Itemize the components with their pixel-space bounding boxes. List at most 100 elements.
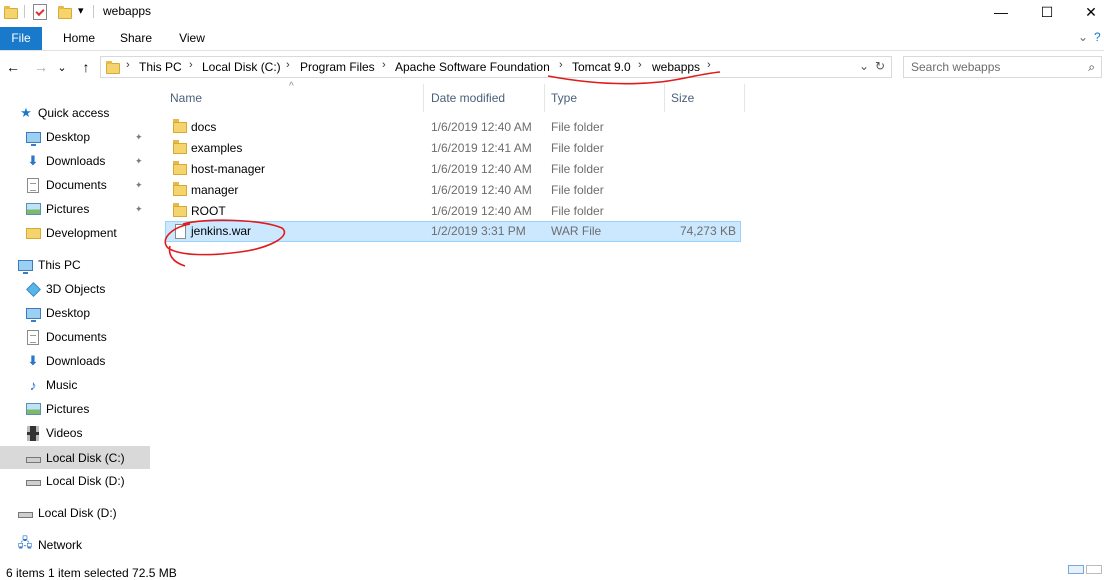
breadcrumb-webapps[interactable]: webapps [652,60,700,74]
title-bar: ▾ webapps — ☐ ✕ [0,0,1104,24]
pin-icon[interactable]: ✦ [135,204,143,215]
breadcrumb-separator[interactable]: › [638,59,642,71]
address-bar[interactable]: › This PC › Local Disk (C:) › Program Fi… [100,56,892,78]
sidebar-item-videos[interactable]: Videos [0,422,150,444]
large-icons-view-button[interactable] [1086,565,1102,574]
file-row-jenkins-war[interactable]: jenkins.war 1/2/2019 3:31 PM WAR File 74… [165,221,741,242]
sidebar-item-desktop[interactable]: Desktop [0,302,150,324]
sidebar-item-development[interactable]: Development [0,222,150,244]
sidebar-item-local-disk-d[interactable]: Local Disk (D:) [0,470,150,492]
breadcrumb-separator[interactable]: › [126,59,130,71]
tab-view[interactable]: View [172,27,212,50]
sidebar-item-network[interactable]: 🖧 Network [0,534,150,556]
column-label: Type [551,91,578,105]
drive-icon [25,473,41,489]
pin-icon[interactable]: ✦ [135,156,143,167]
sidebar-item-label: This PC [38,258,81,272]
sidebar-item-pictures-pinned[interactable]: Pictures ✦ [0,198,150,220]
breadcrumb-separator[interactable]: › [707,59,711,71]
search-icon[interactable]: ⌕ [1088,60,1095,75]
breadcrumb-local-disk-c[interactable]: Local Disk (C:) [202,60,281,74]
breadcrumb-separator[interactable]: › [286,59,290,71]
column-header-name[interactable]: Name [165,84,423,112]
up-button[interactable]: ↑ [76,58,96,76]
sidebar-item-downloads[interactable]: ⬇ Downloads [0,350,150,372]
breadcrumb-tomcat[interactable]: Tomcat 9.0 [572,60,631,74]
file-row-docs[interactable]: docs 1/6/2019 12:40 AM File folder [165,117,741,137]
file-row-host-manager[interactable]: host-manager 1/6/2019 12:40 AM File fold… [165,159,741,179]
column-header-date-modified[interactable]: Date modified [424,84,544,112]
new-folder-icon[interactable] [58,6,72,19]
folder-icon [173,119,187,133]
tab-file[interactable]: File [0,27,42,50]
status-bar-text: 6 items 1 item selected 72.5 MB [6,566,177,580]
details-view-button[interactable] [1068,565,1084,574]
breadcrumb-program-files[interactable]: Program Files [300,60,375,74]
tab-home[interactable]: Home [58,27,100,50]
sidebar-item-label: 3D Objects [46,282,106,296]
column-divider[interactable] [744,84,745,112]
pin-icon[interactable]: ✦ [135,132,143,143]
help-icon[interactable]: ? [1094,30,1101,44]
sidebar-item-label: Downloads [46,354,106,368]
forward-arrow-icon: → [34,59,48,75]
breadcrumb-apache-software-foundation[interactable]: Apache Software Foundation [395,60,550,74]
pin-icon[interactable]: ✦ [135,180,143,191]
file-name: jenkins.war [191,224,252,238]
sidebar-item-desktop-pinned[interactable]: Desktop ✦ [0,126,150,148]
sidebar-item-label: Local Disk (D:) [38,506,117,520]
documents-icon [25,177,41,193]
file-icon [175,224,186,239]
search-input[interactable]: Search webapps [911,60,1000,74]
sidebar-item-label: Local Disk (C:) [46,450,125,465]
sidebar-item-documents[interactable]: Documents [0,326,150,348]
file-row-examples[interactable]: examples 1/6/2019 12:41 AM File folder [165,138,741,158]
sidebar-item-3d-objects[interactable]: 3D Objects [0,278,150,300]
file-date: 1/6/2019 12:40 AM [431,183,532,197]
sidebar-item-label: Documents [46,178,107,192]
recent-locations-button[interactable]: ⌄ [52,58,72,76]
sidebar-item-music[interactable]: ♪ Music [0,374,150,396]
sidebar-item-documents-pinned[interactable]: Documents ✦ [0,174,150,196]
close-button[interactable]: ✕ [1068,0,1104,24]
column-header-type[interactable]: Type [545,84,664,112]
folder-icon [173,161,187,175]
sidebar-item-local-disk-d-root[interactable]: Local Disk (D:) [0,502,150,524]
breadcrumb-separator[interactable]: › [189,59,193,71]
videos-icon [25,425,41,441]
sidebar-item-label: Pictures [46,402,90,416]
minimize-button[interactable]: — [978,0,1024,24]
address-dropdown-icon[interactable]: ⌄ [859,59,869,73]
downloads-icon: ⬇ [27,353,39,368]
search-box[interactable]: Search webapps ⌕ [903,56,1102,78]
file-type: File folder [551,204,604,218]
customize-toolbar-dropdown[interactable]: ▾ [78,4,84,17]
file-row-manager[interactable]: manager 1/6/2019 12:40 AM File folder [165,180,741,200]
expand-ribbon-icon[interactable]: ⌄ [1078,30,1088,44]
refresh-icon[interactable]: ↻ [875,59,885,73]
tab-share[interactable]: Share [115,27,157,50]
breadcrumb-separator[interactable]: › [559,59,563,71]
folder-icon [173,182,187,196]
sidebar-item-label: Network [38,538,83,552]
column-header-size[interactable]: Size [665,84,745,112]
folder-icon [173,140,187,154]
sidebar-item-quick-access[interactable]: ★ Quick access [0,102,150,124]
sidebar-item-this-pc[interactable]: This PC [0,254,150,276]
sidebar-item-downloads-pinned[interactable]: ⬇ Downloads ✦ [0,150,150,172]
downloads-icon: ⬇ [27,153,39,168]
breadcrumb-this-pc[interactable]: This PC [139,60,182,74]
properties-icon[interactable] [33,4,47,20]
sidebar-item-local-disk-c[interactable]: Local Disk (C:) [0,446,150,469]
chevron-down-icon: ⌄ [57,61,67,74]
breadcrumb-separator[interactable]: › [382,59,386,71]
file-type: WAR File [551,224,602,238]
back-button[interactable]: ← [3,58,23,76]
file-row-root[interactable]: ROOT 1/6/2019 12:40 AM File folder [165,201,741,221]
maximize-button[interactable]: ☐ [1024,0,1070,24]
file-name: ROOT [191,204,226,218]
sidebar-item-pictures[interactable]: Pictures [0,398,150,420]
folder-icon [173,203,187,217]
forward-button[interactable]: → [31,58,51,76]
toolbar-divider [24,5,25,18]
